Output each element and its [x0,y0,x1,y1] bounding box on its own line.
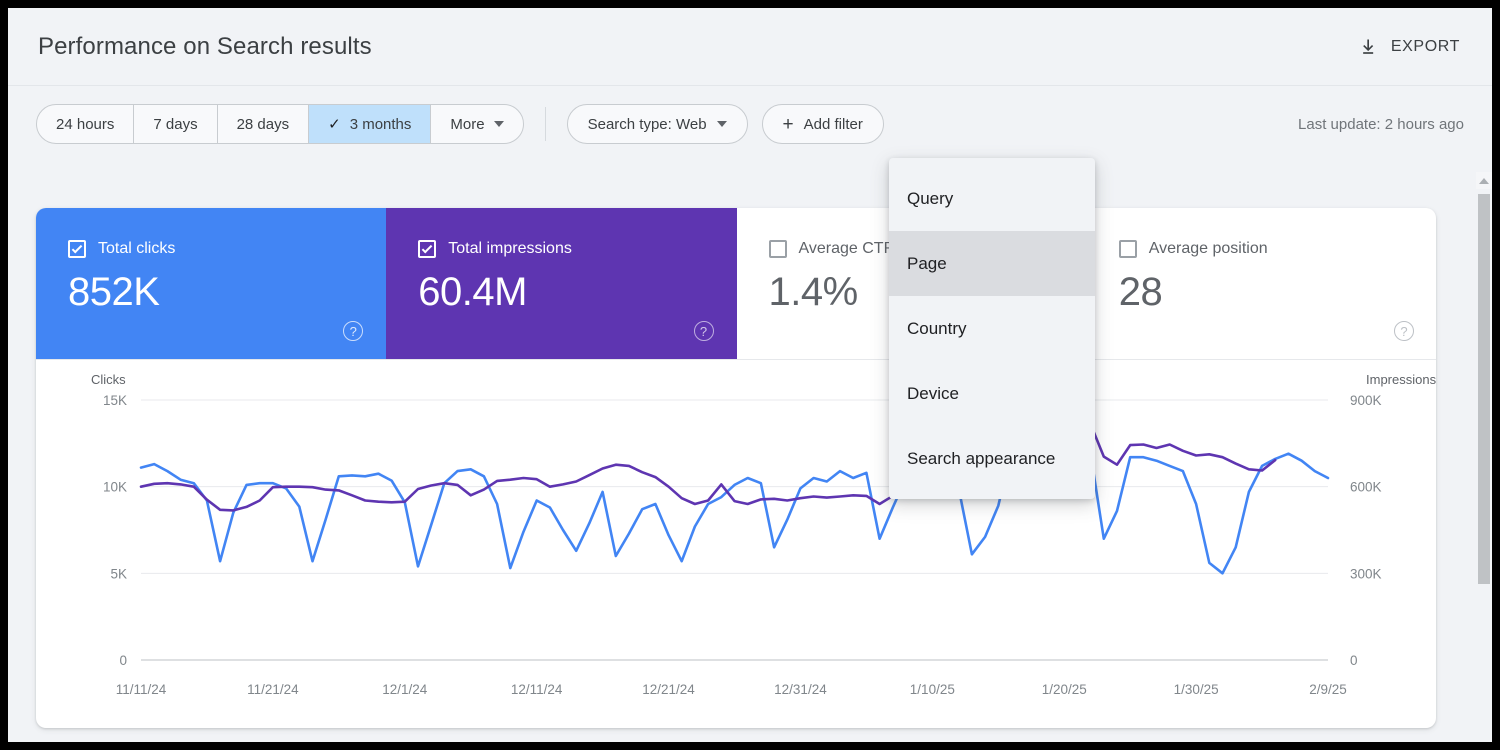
dropdown-item-label: Country [907,319,967,339]
search-type-button[interactable]: Search type: Web [567,104,748,144]
checkbox-average-ctr[interactable] [769,240,787,258]
export-label: EXPORT [1391,38,1460,56]
checkbox-total-impressions[interactable] [418,240,436,258]
search-type-label: Search type: Web [588,116,707,133]
svg-text:12/21/24: 12/21/24 [642,682,695,697]
svg-text:11/11/24: 11/11/24 [116,682,167,697]
add-filter-dropdown-menu[interactable]: Query Page Country Device Search appeara… [889,158,1095,499]
search-console-performance-page: Performance on Search results EXPORT 24 … [8,8,1492,742]
date-range-label: 7 days [153,116,197,133]
svg-text:2/9/25: 2/9/25 [1309,682,1347,697]
date-range-label: 28 days [237,116,290,133]
date-range-more[interactable]: More [431,105,522,143]
metric-header: Total impressions [418,240,735,258]
scroll-up-arrow-icon[interactable] [1476,172,1492,189]
checkbox-total-clicks[interactable] [68,240,86,258]
svg-text:0: 0 [119,653,127,668]
svg-text:10K: 10K [103,480,127,495]
date-range-segmented-control[interactable]: 24 hours 7 days 28 days ✓ 3 months More [36,104,524,144]
dropdown-item-query[interactable]: Query [889,166,1095,231]
vertical-scrollbar[interactable] [1476,172,1492,742]
metric-card-average-position[interactable]: Average position 28 ? [1087,208,1436,359]
metric-value: 852K [68,270,385,315]
metric-value: 60.4M [418,270,735,315]
download-icon [1359,37,1379,57]
chart-canvas: Clicks Impressions 0 5K 10K 15K 0 300K 600K 900K 1… [36,360,1436,728]
svg-text:11/21/24: 11/21/24 [247,682,299,697]
metric-value: 28 [1119,270,1436,315]
help-icon[interactable]: ? [1394,321,1414,341]
svg-text:300K: 300K [1350,566,1382,581]
date-range-28-days[interactable]: 28 days [218,105,310,143]
page-header: Performance on Search results EXPORT [8,8,1492,86]
performance-chart[interactable]: Clicks Impressions 0 5K 10K 15K 0 300K 600K 900K 1… [36,360,1436,728]
scrollbar-thumb[interactable] [1478,194,1490,584]
svg-text:1/20/25: 1/20/25 [1042,682,1087,697]
svg-text:0: 0 [1350,653,1358,668]
metric-label: Total clicks [98,240,175,258]
dropdown-item-label: Search appearance [907,449,1055,469]
plus-icon: + [783,115,794,134]
page-title: Performance on Search results [38,33,372,61]
filters-toolbar: 24 hours 7 days 28 days ✓ 3 months More … [8,86,1492,162]
metric-cards: Total clicks 852K ? Total impressions 60… [36,208,1436,360]
checkbox-average-position[interactable] [1119,240,1137,258]
svg-text:12/1/24: 12/1/24 [382,682,428,697]
last-update-text: Last update: 2 hours ago [1298,116,1464,133]
metric-header: Total clicks [68,240,385,258]
svg-text:12/11/24: 12/11/24 [511,682,563,697]
svg-text:Clicks: Clicks [91,372,126,387]
export-button[interactable]: EXPORT [1355,31,1464,63]
svg-text:Impressions: Impressions [1366,372,1436,387]
date-range-7-days[interactable]: 7 days [134,105,217,143]
help-icon[interactable]: ? [343,321,363,341]
date-range-24-hours[interactable]: 24 hours [37,105,134,143]
dropdown-item-country[interactable]: Country [889,296,1095,361]
dropdown-item-search-appearance[interactable]: Search appearance [889,426,1095,491]
dropdown-item-label: Page [907,254,947,274]
chevron-down-icon [494,121,504,127]
dropdown-item-label: Query [907,189,953,209]
dropdown-item-device[interactable]: Device [889,361,1095,426]
metric-card-total-clicks[interactable]: Total clicks 852K ? [36,208,386,359]
add-filter-button[interactable]: + Add filter [762,104,884,144]
date-range-label: 3 months [350,116,412,133]
help-icon[interactable]: ? [694,321,714,341]
add-filter-label: Add filter [804,116,863,133]
svg-text:5K: 5K [110,566,127,581]
date-range-label: 24 hours [56,116,114,133]
metric-label: Average position [1149,240,1268,258]
metric-label: Total impressions [448,240,572,258]
svg-text:1/30/25: 1/30/25 [1174,682,1219,697]
svg-text:15K: 15K [103,393,127,408]
svg-text:1/10/25: 1/10/25 [910,682,955,697]
metric-header: Average position [1119,240,1436,258]
check-icon: ✓ [328,117,341,132]
svg-text:600K: 600K [1350,480,1382,495]
metric-card-total-impressions[interactable]: Total impressions 60.4M ? [386,208,736,359]
dropdown-item-label: Device [907,384,959,404]
metric-label: Average CTR [799,240,896,258]
svg-text:12/31/24: 12/31/24 [774,682,827,697]
toolbar-divider [545,107,546,141]
date-range-label: More [450,116,484,133]
svg-text:900K: 900K [1350,393,1382,408]
dropdown-item-page[interactable]: Page [889,231,1095,296]
chevron-down-icon [717,121,727,127]
performance-panel: Total clicks 852K ? Total impressions 60… [36,208,1436,728]
date-range-3-months[interactable]: ✓ 3 months [309,105,431,143]
